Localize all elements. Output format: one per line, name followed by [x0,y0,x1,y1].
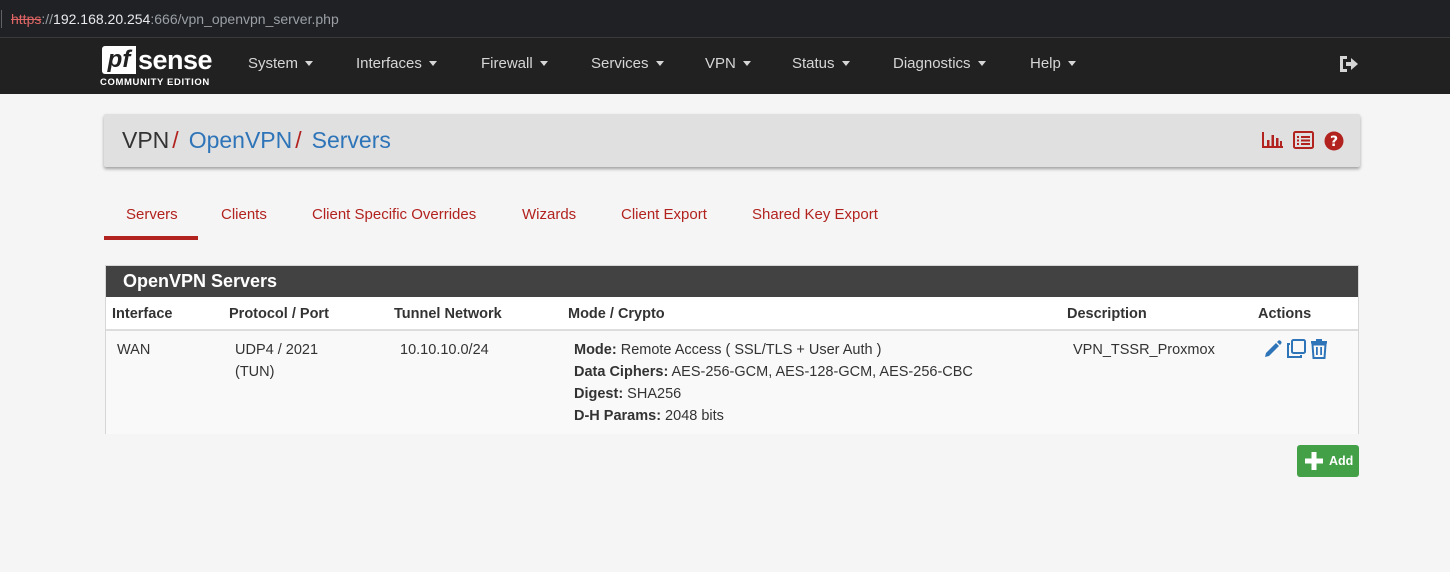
digest-label: Digest: [574,386,624,402]
tab-client-specific-overrides[interactable]: Client Specific Overrides [312,206,476,223]
url-separator: :// [41,11,54,27]
plus-icon [1304,451,1324,471]
tab-bar: Servers Clients Client Specific Override… [104,196,1004,242]
cell-tunnel-network: 10.10.10.0/24 [400,342,489,358]
nav-diagnostics-menu[interactable]: Diagnostics [893,55,986,72]
table-row[interactable]: WAN UDP4 / 2021 (TUN) 10.10.10.0/24 Mode… [106,331,1358,434]
tab-clients[interactable]: Clients [221,206,267,223]
logo-sense: sense [138,45,213,75]
chevron-down-icon [655,60,664,66]
table-header: Interface Protocol / Port Tunnel Network… [106,297,1358,331]
question-circle-icon[interactable]: ? [1324,131,1344,156]
dh-params-label: D-H Params: [574,408,662,424]
mode-value: Remote Access ( SSL/TLS + User Auth ) [616,342,882,358]
nav-vpn-label: VPN [705,55,736,72]
breadcrumb-vpn: VPN [122,127,170,153]
url-text[interactable]: https://192.168.20.254:666/vpn_openvpn_s… [11,11,339,27]
chevron-down-icon [539,60,548,66]
logo-pf: pf [102,46,136,74]
column-header-mode-crypto: Mode / Crypto [568,306,665,322]
column-header-protocol-port: Protocol / Port [229,306,329,322]
chevron-down-icon [305,60,314,66]
column-header-description: Description [1067,306,1147,322]
nav-system-label: System [248,55,299,72]
browser-address-bar[interactable]: https://192.168.20.254:666/vpn_openvpn_s… [0,0,1450,38]
trash-icon[interactable] [1310,339,1328,364]
tab-wizards[interactable]: Wizards [522,206,576,223]
column-header-tunnel-network: Tunnel Network [394,306,502,322]
active-tab-indicator [104,236,198,240]
protocol-device-text: (TUN) [235,364,275,380]
breadcrumb-servers-link[interactable]: Servers [312,127,391,153]
cell-mode-crypto: Mode: Remote Access ( SSL/TLS + User Aut… [574,339,973,427]
mode-label: Mode: [574,342,617,358]
clone-icon[interactable] [1286,339,1307,364]
url-host: 192.168.20.254 [53,11,151,27]
ciphers-line: Data Ciphers: AES-256-GCM, AES-128-GCM, … [574,361,973,383]
panel-title: OpenVPN Servers [106,266,1358,297]
protocol-port-text: UDP4 / 2021 [235,342,319,358]
nav-interfaces-menu[interactable]: Interfaces [356,55,437,72]
openvpn-servers-panel: OpenVPN Servers Interface Protocol / Por… [105,265,1359,434]
add-server-button[interactable]: Add [1297,445,1359,477]
tab-client-export[interactable]: Client Export [621,206,707,223]
breadcrumb: VPN / OpenVPN / Servers [122,127,391,154]
nav-diagnostics-label: Diagnostics [893,55,971,72]
dh-params-value: 2048 bits [661,408,724,424]
ciphers-value: AES-256-GCM, AES-128-GCM, AES-256-CBC [668,364,973,380]
top-navbar: pf sense COMMUNITY EDITION System Interf… [0,38,1450,94]
nav-services-menu[interactable]: Services [591,55,664,72]
cell-interface: WAN [117,342,151,358]
nav-help-label: Help [1030,55,1061,72]
nav-status-menu[interactable]: Status [792,55,850,72]
cell-description: VPN_TSSR_Proxmox [1073,342,1215,358]
column-header-interface: Interface [112,306,173,322]
sign-out-icon[interactable] [1338,54,1362,74]
tab-shared-key-export[interactable]: Shared Key Export [752,206,878,223]
column-header-actions: Actions [1258,306,1312,322]
breadcrumb-openvpn-link[interactable]: OpenVPN [189,127,293,153]
digest-value: SHA256 [623,386,682,402]
breadcrumb-separator: / [172,127,179,153]
ciphers-label: Data Ciphers: [574,364,669,380]
nav-interfaces-label: Interfaces [356,55,422,72]
nav-help-menu[interactable]: Help [1030,55,1076,72]
chevron-down-icon [1067,60,1076,66]
list-icon[interactable] [1293,131,1314,154]
logo-edition: COMMUNITY EDITION [100,77,210,88]
breadcrumb-separator: / [295,127,302,153]
nav-services-label: Services [591,55,649,72]
breadcrumb-panel: VPN / OpenVPN / Servers ? [104,114,1360,167]
breadcrumb-icons: ? [1262,131,1344,151]
address-bar-caret [1,10,2,28]
url-scheme: https [11,11,42,27]
dh-params-line: D-H Params: 2048 bits [574,405,973,427]
chevron-down-icon [428,60,437,66]
url-path: :666/vpn_openvpn_server.php [150,11,339,27]
add-button-label: Add [1329,454,1354,468]
nav-system-menu[interactable]: System [248,55,314,72]
pfsense-logo[interactable]: pf sense COMMUNITY EDITION [100,44,220,90]
tab-servers[interactable]: Servers [126,206,178,223]
cell-protocol-port: UDP4 / 2021 (TUN) [235,339,318,383]
digest-line: Digest: SHA256 [574,383,973,405]
nav-firewall-menu[interactable]: Firewall [481,55,548,72]
mode-line: Mode: Remote Access ( SSL/TLS + User Aut… [574,339,973,361]
chevron-down-icon [742,60,751,66]
pencil-icon[interactable] [1263,339,1283,364]
svg-text:?: ? [1330,134,1338,150]
chevron-down-icon [977,60,986,66]
nav-vpn-menu[interactable]: VPN [705,55,751,72]
chevron-down-icon [841,60,850,66]
nav-status-label: Status [792,55,835,72]
nav-firewall-label: Firewall [481,55,533,72]
bar-chart-icon[interactable] [1262,131,1284,154]
